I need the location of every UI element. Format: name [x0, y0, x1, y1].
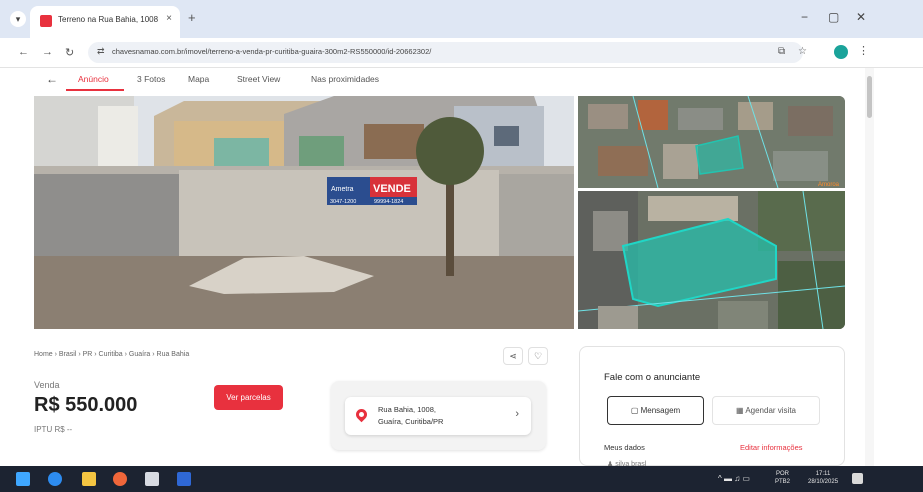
- tab-fotos[interactable]: 3 Fotos: [137, 74, 165, 84]
- windows-start-icon[interactable]: [16, 472, 30, 486]
- sign-phone-2: 99994-1824: [374, 199, 403, 205]
- contact-card: Fale com o anunciante ▢ Mensagem ▦ Agend…: [579, 346, 845, 468]
- chat-icon: ▢: [630, 406, 639, 415]
- minimize-icon[interactable]: −: [801, 10, 808, 24]
- clock[interactable]: 17:11 28/10/2025: [808, 470, 838, 486]
- mensagem-label: Mensagem: [640, 406, 681, 415]
- aerial-photo-top[interactable]: Amoroa: [578, 96, 845, 188]
- clock-time: 17:11: [815, 471, 831, 477]
- url-field[interactable]: ⇄ chavesnamao.com.br/imovel/terreno-a-ve…: [88, 42, 807, 63]
- agendar-visita-button[interactable]: ▦ Agendar visita: [712, 396, 820, 425]
- tab-nas-proximidades[interactable]: Nas proximidades: [311, 74, 379, 84]
- tab-mapa[interactable]: Mapa: [188, 74, 209, 84]
- sign-vende: VENDE: [373, 183, 411, 195]
- agendar-visita-label: Agendar visita: [745, 406, 797, 415]
- bookmark-star-icon[interactable]: ☆: [798, 46, 807, 57]
- system-tray-icons[interactable]: ^ ▬ ♫ ▭: [718, 474, 750, 483]
- site-favicon-icon: [40, 15, 52, 27]
- tab-search-icon[interactable]: ▾: [10, 11, 26, 27]
- sign-brand: Ametra: [331, 186, 354, 193]
- contact-title: Fale com o anunciante: [604, 372, 701, 383]
- share-icon[interactable]: ⋖: [503, 347, 523, 365]
- transaction-type: Venda: [34, 380, 60, 390]
- new-tab-icon[interactable]: +: [188, 10, 196, 25]
- ver-parcelas-button[interactable]: Ver parcelas: [214, 385, 283, 410]
- calendar-icon: ▦: [735, 406, 744, 415]
- listing-section-nav: ← Anúncio 3 Fotos Mapa Street View Nas p…: [0, 68, 923, 92]
- tab-strip: ▾ Terreno na Rua Bahia, 1008, G... × + −…: [0, 0, 923, 38]
- page: ← Anúncio 3 Fotos Mapa Street View Nas p…: [0, 68, 923, 468]
- browser-menu-icon[interactable]: ⋮: [858, 44, 869, 57]
- maximize-icon[interactable]: ▢: [828, 10, 839, 24]
- language-code: POR: [776, 471, 790, 477]
- address-map-card[interactable]: Rua Bahia, 1008, Guaíra, Curitiba/PR ›: [331, 381, 546, 450]
- back-icon[interactable]: ←: [46, 72, 58, 86]
- mensagem-button[interactable]: ▢ Mensagem: [607, 396, 704, 425]
- app-icon[interactable]: [177, 472, 191, 486]
- breadcrumb[interactable]: Home › Brasil › PR › Curitiba › Guaíra ›…: [34, 351, 189, 358]
- iptu-value: IPTU R$ --: [34, 425, 73, 434]
- close-window-icon[interactable]: ✕: [856, 10, 866, 24]
- back-arrow-icon[interactable]: ←: [18, 46, 29, 58]
- chrome-icon[interactable]: [113, 472, 127, 486]
- file-explorer-icon[interactable]: [82, 472, 96, 486]
- address-line-1: Rua Bahia, 1008,: [378, 405, 436, 414]
- meus-dados-label: Meus dados: [604, 443, 645, 452]
- editar-informacoes-link[interactable]: Editar informações: [740, 443, 803, 452]
- browser-tab[interactable]: Terreno na Rua Bahia, 1008, G... ×: [30, 6, 180, 38]
- chevron-right-icon: ›: [515, 408, 519, 420]
- screen: ▾ Terreno na Rua Bahia, 1008, G... × + −…: [0, 0, 923, 492]
- install-app-icon[interactable]: ⧉: [778, 46, 785, 57]
- main-photo[interactable]: Ametra VENDE 3047-1200 99994-1824: [34, 96, 574, 329]
- clock-date: 28/10/2025: [808, 479, 839, 485]
- active-tab-indicator: [66, 89, 124, 91]
- aerial-top-drawing: Amoroa: [578, 96, 845, 188]
- scrollbar-thumb[interactable]: [867, 76, 872, 118]
- tab-street-view[interactable]: Street View: [237, 74, 280, 84]
- reload-icon[interactable]: ↻: [65, 46, 74, 59]
- aerial-photo-bottom[interactable]: [578, 191, 845, 329]
- keyboard-layout: PTB2: [775, 479, 791, 485]
- taskbar: ^ ▬ ♫ ▭ POR PTB2 17:11 28/10/2025: [0, 466, 923, 492]
- sign-phone-1: 3047-1200: [330, 199, 356, 205]
- address-bar: ← → ↻ ⇄ chavesnamao.com.br/imovel/terren…: [0, 38, 923, 68]
- tab-anuncio[interactable]: Anúncio: [78, 74, 109, 84]
- site-info-icon[interactable]: ⇄: [97, 46, 105, 57]
- search-icon[interactable]: [48, 472, 62, 486]
- document-app-icon[interactable]: [145, 472, 159, 486]
- address-line-2: Guaíra, Curitiba/PR: [378, 417, 444, 426]
- street-photo-drawing: Ametra VENDE 3047-1200 99994-1824: [34, 96, 574, 329]
- aerial-bottom-drawing: [578, 191, 845, 329]
- url-text[interactable]: chavesnamao.com.br/imovel/terreno-a-vend…: [112, 47, 431, 56]
- input-language[interactable]: POR PTB2: [775, 470, 790, 486]
- address-box[interactable]: Rua Bahia, 1008, Guaíra, Curitiba/PR ›: [345, 397, 531, 435]
- tab-title: Terreno na Rua Bahia, 1008, G...: [58, 15, 158, 24]
- favorite-heart-icon[interactable]: ♡: [528, 347, 548, 365]
- page-scrollbar[interactable]: [865, 68, 874, 466]
- price: R$ 550.000: [34, 394, 138, 416]
- notifications-icon[interactable]: [852, 473, 863, 484]
- forward-arrow-icon[interactable]: →: [42, 46, 53, 58]
- location-pin-icon: [353, 406, 370, 423]
- aerial-overlay-label: Amoroa: [818, 182, 840, 188]
- profile-avatar[interactable]: [834, 45, 848, 59]
- tab-close-icon[interactable]: ×: [166, 13, 172, 24]
